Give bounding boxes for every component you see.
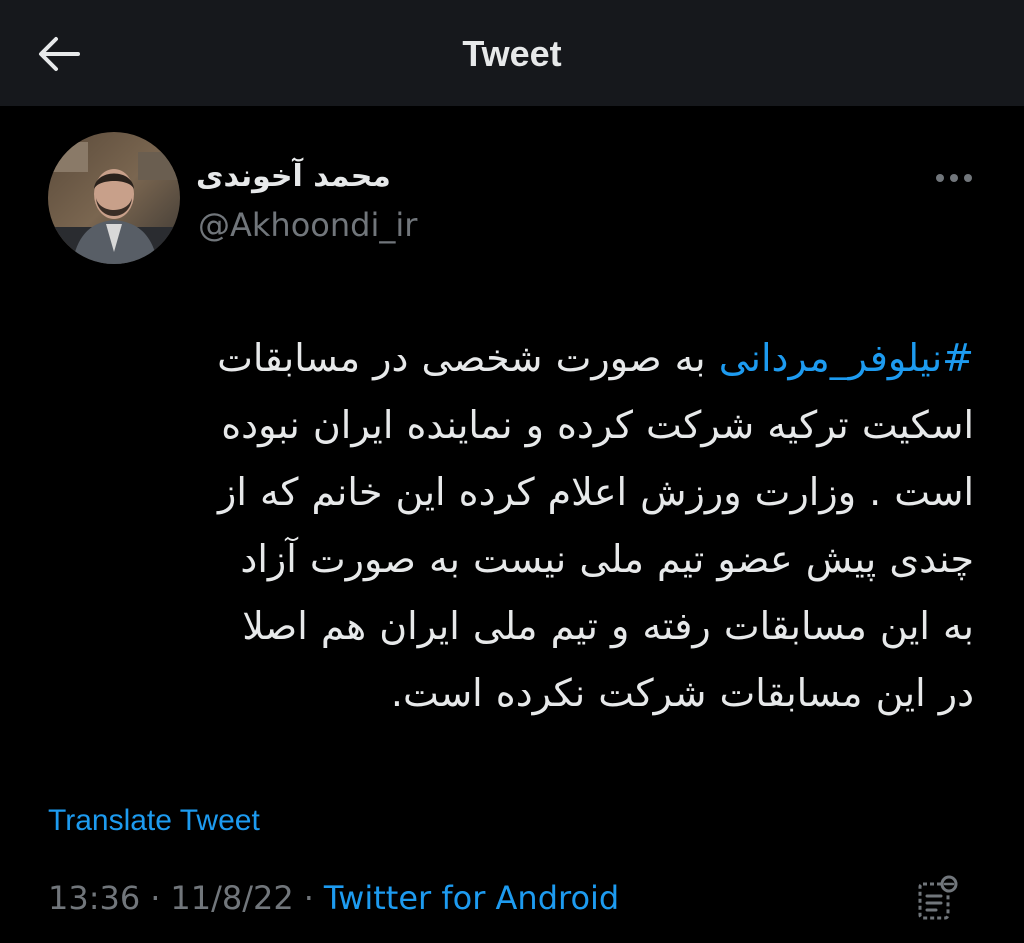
tweet-source-link[interactable]: Twitter for Android <box>324 879 619 917</box>
analytics-button[interactable] <box>912 872 964 924</box>
tweet-line-text: به صورت شخصی در مسابقات <box>217 336 719 380</box>
tweet-text: #نیلوفر_مردانی به صورت شخصی در مسابقات ا… <box>40 325 974 727</box>
more-options-button[interactable] <box>926 160 982 196</box>
top-bar: Tweet <box>0 0 1024 106</box>
meta-separator: · <box>303 879 314 917</box>
tweet-meta: 13:36 · 11/8/22 · Twitter for Android <box>48 876 619 920</box>
meta-separator: · <box>150 879 161 917</box>
more-dots-icon <box>936 174 972 182</box>
tweet-time: 13:36 <box>48 879 141 917</box>
avatar[interactable] <box>48 132 180 264</box>
profile-photo <box>48 132 180 264</box>
tweet-line-4: چندی پیش عضو تیم ملی نیست به صورت آزاد <box>240 537 974 581</box>
author-handle[interactable]: @Akhoondi_ir <box>198 203 417 247</box>
tweet-date: 11/8/22 <box>170 879 294 917</box>
tweet-line-1: #نیلوفر_مردانی به صورت شخصی در مسابقات <box>40 325 974 392</box>
tweet-line-6: در این مسابقات شرکت نکرده است. <box>390 671 974 715</box>
analytics-icon <box>918 875 958 920</box>
tweet-line-5: به این مسابقات رفته و تیم ملی ایران هم ا… <box>242 604 974 648</box>
tweet-line-3: است . وزارت ورزش اعلام کرده این خانم که … <box>217 470 974 514</box>
hashtag-link[interactable]: #نیلوفر_مردانی <box>719 336 974 380</box>
author-name[interactable]: محمد آخوندی <box>196 155 436 199</box>
translate-tweet-link[interactable]: Translate Tweet <box>48 800 260 842</box>
page-title: Tweet <box>462 33 562 74</box>
tweet-line-2: اسکیت ترکیه شرکت کرده و نماینده ایران نب… <box>221 403 974 447</box>
